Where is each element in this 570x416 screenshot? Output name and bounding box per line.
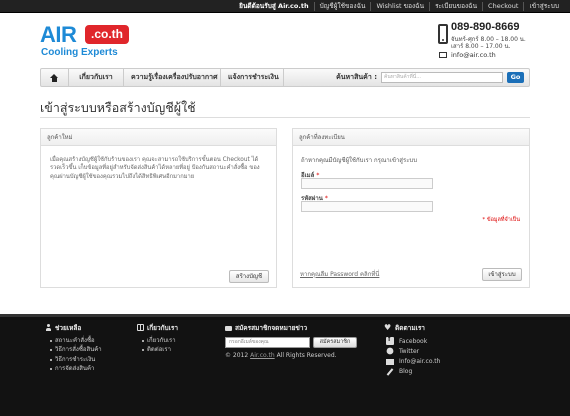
search-go-button[interactable]: Go <box>507 72 524 83</box>
nav-item-about[interactable]: เกี่ยวกับเรา <box>69 69 124 86</box>
footer: ช่วยเหลือ สถานะคำสั่งซื้อ วิธีการสั่งซื้… <box>0 314 570 416</box>
new-customer-panel: ลูกค้าใหม่ เมื่อคุณสร้างบัญชีผู้ใช้กับร้… <box>40 128 277 288</box>
copyright-prefix: © 2012 <box>225 352 249 359</box>
newsletter-subscribe-button[interactable]: สมัครสมาชิก <box>313 337 357 348</box>
envelope-icon <box>439 52 447 58</box>
footer-link-contact[interactable]: ติดต่อเรา <box>141 345 178 354</box>
top-bar: ยินดีต้อนรับสู่ Air.co.th บัญชีผู้ใช้ของ… <box>0 0 570 13</box>
social-links: Facebook Twitter Info@air.co.th Blog <box>384 336 440 377</box>
facebook-label: Facebook <box>399 337 428 345</box>
footer-follow-title: ติดตามเรา <box>395 323 425 332</box>
facebook-link[interactable]: Facebook <box>384 336 440 346</box>
newsletter-form: กรอกอีเมล์ของคุณ สมัครสมาชิก <box>225 337 357 348</box>
facebook-icon <box>386 336 394 346</box>
nav-item-payment[interactable]: แจ้งการชำระเงิน <box>221 69 284 86</box>
logo-tagline: Cooling Experts <box>41 47 118 58</box>
main-nav: เกี่ยวกับเรา ความรู้เรื่องเครื่องปรับอาก… <box>40 68 530 87</box>
pen-icon <box>386 368 394 376</box>
phone-number: 089-890-8669 <box>451 21 520 33</box>
welcome-text: ยินดีต้อนรับสู่ Air.co.th <box>239 2 309 10</box>
copyright-suffix: All Rights Reserved. <box>276 352 337 359</box>
blog-link[interactable]: Blog <box>384 367 440 377</box>
user-icon <box>45 324 52 331</box>
wishlist-link[interactable]: Wishlist ของฉัน <box>370 2 429 11</box>
new-customer-text: เมื่อคุณสร้างบัญชีผู้ใช้กับร้านของเรา คุ… <box>50 157 260 180</box>
footer-email-label: Info@air.co.th <box>399 357 441 365</box>
footer-email-link[interactable]: Info@air.co.th <box>384 356 440 366</box>
twitter-label: Twitter <box>399 347 420 355</box>
footer-follow-heading: ♥ ติดตามเรา <box>384 323 440 332</box>
footer-link-about[interactable]: เกี่ยวกับเรา <box>141 336 178 345</box>
search-label: ค้นหาสินค้า : <box>336 73 377 81</box>
footer-link-how-to-order[interactable]: วิธีการสั่งซื้อสินค้า <box>50 345 102 354</box>
checkout-link[interactable]: Checkout <box>482 2 523 11</box>
nav-item-knowledge[interactable]: ความรู้เรื่องเครื่องปรับอากาศ <box>124 69 221 86</box>
email-field[interactable] <box>301 178 433 189</box>
logo-badge: .co.th <box>85 25 129 44</box>
footer-about-title: เกี่ยวกับเรา <box>147 323 179 332</box>
search-input[interactable]: ค้นหาสินค้าที่นี่... <box>381 72 503 83</box>
footer-help-heading: ช่วยเหลือ <box>45 323 102 332</box>
copyright: © 2012 Air.co.th All Rights Reserved. <box>225 352 357 359</box>
site-logo[interactable]: AIR .co.th Cooling Experts <box>40 22 130 62</box>
top-links: ยินดีต้อนรับสู่ Air.co.th บัญชีผู้ใช้ของ… <box>234 0 564 13</box>
login-link[interactable]: เข้าสู่ระบบ <box>523 2 564 11</box>
footer-link-shipping[interactable]: การจัดส่งสินค้า <box>50 364 102 373</box>
title-divider <box>40 117 530 118</box>
footer-link-payment[interactable]: วิธีการชำระเงิน <box>50 355 102 364</box>
newsletter-email-input[interactable]: กรอกอีเมล์ของคุณ <box>225 337 310 348</box>
home-icon <box>50 73 59 82</box>
envelope-icon <box>225 325 232 331</box>
footer-help-column: ช่วยเหลือ สถานะคำสั่งซื้อ วิธีการสั่งซื้… <box>45 323 102 373</box>
email-icon <box>386 358 394 365</box>
page-title: เข้าสู่ระบบหรือสร้างบัญชีผู้ใช้ <box>40 100 196 115</box>
create-account-button[interactable]: สร้างบัญชี <box>229 270 269 283</box>
twitter-icon <box>386 347 394 355</box>
blog-label: Blog <box>399 368 413 376</box>
registered-heading: ลูกค้าที่ลงทะเบียน <box>293 129 529 146</box>
required-fields-note: * ข้อมูลที่จำเป็น <box>482 217 520 223</box>
footer-help-title: ช่วยเหลือ <box>55 323 82 332</box>
footer-follow-column: ♥ติดตามเรา Facebook Twitter Info@air.co.… <box>384 323 440 377</box>
login-button[interactable]: เข้าสู่ระบบ <box>482 268 522 281</box>
page-root: ยินดีต้อนรับสู่ Air.co.th บัญชีผู้ใช้ของ… <box>0 0 570 416</box>
nav-home[interactable] <box>41 69 69 86</box>
logo-air-text: AIR <box>40 22 77 47</box>
footer-help-list: สถานะคำสั่งซื้อ วิธีการสั่งซื้อสินค้า วิ… <box>50 336 102 373</box>
header-contact: 089-890-8669 จันทร์-ศุกร์ 8.00 – 18.00 น… <box>436 21 536 64</box>
mobile-phone-icon <box>438 24 448 44</box>
twitter-link[interactable]: Twitter <box>384 346 440 356</box>
heart-icon: ♥ <box>384 323 392 332</box>
my-account-link[interactable]: บัญชีผู้ใช้ของฉัน <box>313 2 371 11</box>
footer-about-heading: เกี่ยวกับเรา <box>137 323 178 332</box>
book-icon <box>137 324 144 331</box>
footer-newsletter-title: สมัครสมาชิกจดหมายข่าว <box>235 323 308 332</box>
registered-intro: ถ้าหากคุณมีบัญชีผู้ใช้กับเรา กรุณาเข้าสู… <box>301 157 418 164</box>
forgot-password-link[interactable]: หากคุณลืม Password คลิกที่นี่ <box>300 269 379 279</box>
footer-link-order-status[interactable]: สถานะคำสั่งซื้อ <box>50 336 102 345</box>
new-customer-heading: ลูกค้าใหม่ <box>41 129 276 146</box>
footer-newsletter-heading: สมัครสมาชิกจดหมายข่าว <box>225 323 357 332</box>
password-field[interactable] <box>301 201 433 212</box>
my-records-link[interactable]: ระเบียนของฉัน <box>429 2 482 11</box>
footer-newsletter-column: สมัครสมาชิกจดหมายข่าว กรอกอีเมล์ของคุณ ส… <box>225 323 357 359</box>
header-email[interactable]: info@air.co.th <box>451 51 496 59</box>
footer-about-list: เกี่ยวกับเรา ติดต่อเรา <box>141 336 178 355</box>
hours-saturday: เสาร์ 8.00 – 17.00 น. <box>451 43 511 50</box>
registered-customer-panel: ลูกค้าที่ลงทะเบียน ถ้าหากคุณมีบัญชีผู้ใช… <box>292 128 530 288</box>
footer-about-column: เกี่ยวกับเรา เกี่ยวกับเรา ติดต่อเรา <box>137 323 178 355</box>
copyright-link[interactable]: Air.co.th <box>250 352 275 359</box>
